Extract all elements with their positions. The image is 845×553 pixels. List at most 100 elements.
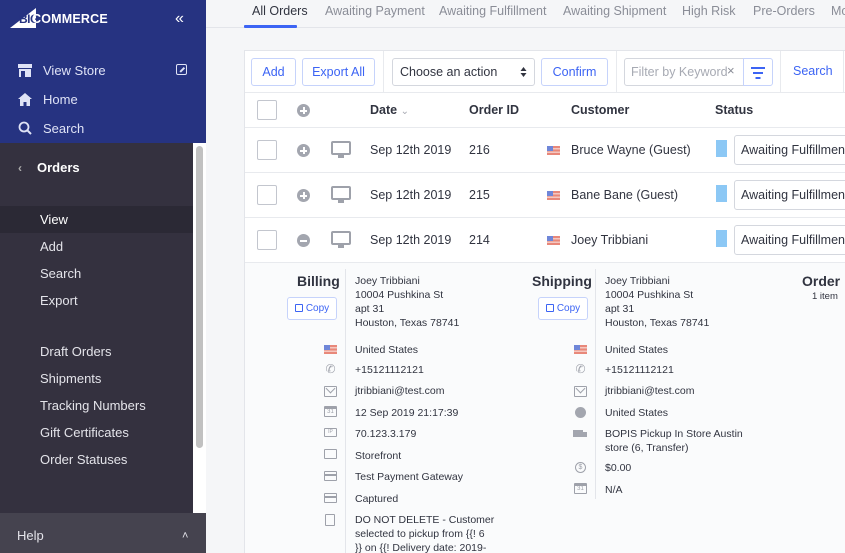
table-header: Date ⌄ Order ID Customer Status [245, 93, 845, 128]
row-checkbox[interactable] [257, 140, 277, 160]
sidebar-scrollbar-thumb[interactable] [196, 146, 203, 448]
email-icon [574, 386, 587, 397]
sidebar-link-home[interactable]: Home [17, 91, 78, 107]
order-id-column-header: Order ID [469, 103, 520, 117]
status-color-swatch [716, 140, 727, 157]
payment-status: Captured [355, 493, 399, 505]
billing-name: Joey Tribbiani [355, 275, 420, 287]
export-all-button[interactable]: Export All [302, 58, 375, 86]
sidebar-item-gift-certificates[interactable]: Gift Certificates [0, 419, 194, 446]
orders-section-header[interactable]: ‹ Orders [18, 160, 80, 175]
shipping-country-link[interactable]: United States [605, 406, 668, 420]
add-order-button[interactable]: Add [251, 58, 296, 86]
ip-address-link[interactable]: 70.123.3.179 [355, 427, 416, 441]
shipping-divider [595, 269, 596, 499]
sidebar-item-search[interactable]: Search [0, 260, 194, 287]
shipping-phone: +15121112121 [605, 364, 674, 376]
filter-options-button[interactable] [743, 58, 773, 86]
billing-apt: apt 31 [355, 303, 385, 315]
copy-billing-button[interactable]: Copy [287, 297, 337, 320]
help-menu[interactable]: Help ˄ [0, 513, 206, 553]
customer-name: Bruce Wayne (Guest) [571, 143, 691, 157]
order-detail-panel: Billing Copy Joey Tribbiani 10004 Pushki… [245, 263, 845, 553]
sidebar-item-add[interactable]: Add [0, 233, 194, 260]
select-arrows-icon [520, 59, 527, 95]
date-column-header[interactable]: Date ⌄ [370, 103, 409, 117]
sidebar-scrollbar[interactable] [193, 143, 206, 513]
order-id[interactable]: 214 [469, 233, 490, 247]
ip-address-icon: IP [324, 428, 337, 437]
sort-chevron-icon[interactable]: ⌄ [401, 106, 409, 117]
truck-icon [573, 430, 587, 437]
us-flag-icon [547, 191, 560, 200]
filter-keyword-input[interactable] [625, 59, 730, 85]
order-item-count: 1 item [812, 291, 838, 302]
order-date: Sep 12th 2019 [370, 143, 452, 157]
us-flag-icon [574, 345, 587, 354]
tab-high-risk[interactable]: High Risk [682, 4, 736, 18]
credit-card-icon [324, 471, 337, 481]
order-status-select[interactable]: Awaiting Fulfillment [734, 135, 845, 165]
back-chevron-icon[interactable]: ‹ [18, 161, 22, 175]
expand-row-icon[interactable] [297, 144, 310, 157]
tab-awaiting-shipment[interactable]: Awaiting Shipment [563, 4, 666, 18]
order-id[interactable]: 216 [469, 143, 490, 157]
sidebar-item-view[interactable]: View [0, 206, 194, 233]
shipping-cost: $0.00 [605, 462, 632, 474]
orders-panel: Add Export All Choose an action Confirm … [244, 50, 845, 553]
sidebar-item-tracking-numbers[interactable]: Tracking Numbers [0, 392, 194, 419]
search-label: Search [43, 120, 85, 136]
sidebar-link-view-store[interactable]: View Store [17, 62, 106, 78]
collapse-sidebar-icon[interactable]: « [175, 10, 184, 28]
toolbar-divider [383, 51, 384, 93]
sidebar-item-export[interactable]: Export [0, 287, 194, 314]
order-channel: Storefront [355, 450, 402, 462]
shipping-email-link[interactable]: jtribbiani@test.com [605, 384, 694, 398]
calendar-icon: 31 [324, 406, 337, 417]
billing-divider [345, 269, 346, 553]
tab-awaiting-fulfillment[interactable]: Awaiting Fulfillment [439, 4, 546, 18]
expand-row-icon[interactable] [297, 189, 310, 202]
sidebar-item-draft-orders[interactable]: Draft Orders [0, 338, 194, 365]
clear-filter-icon[interactable]: × [727, 63, 735, 78]
order-id[interactable]: 215 [469, 188, 490, 202]
customer-name-link[interactable]: Joey Tribbiani [571, 233, 648, 247]
order-date: Sep 12th 2019 [370, 188, 452, 202]
tab-more[interactable]: Mo [831, 4, 845, 18]
order-notes-line: }} on {{! Delivery date: 2019- [355, 542, 487, 553]
payment-gateway: Test Payment Gateway [355, 471, 463, 483]
tab-all-orders[interactable]: All Orders [252, 4, 308, 18]
table-row[interactable]: Sep 12th 2019 215 Bane Bane (Guest) Awai… [245, 173, 845, 218]
search-button[interactable]: Search [793, 64, 833, 78]
order-status-select[interactable]: Awaiting Fulfillment [734, 180, 845, 210]
clipboard-notes-icon [325, 514, 335, 526]
date-header-label: Date [370, 103, 398, 117]
table-row[interactable]: Sep 12th 2019 216 Bruce Wayne (Guest) Aw… [245, 128, 845, 173]
expand-all-icon[interactable] [297, 104, 310, 117]
order-status-select[interactable]: Awaiting Fulfillment [734, 225, 845, 255]
order-date-time: 12 Sep 2019 21:17:39 [355, 407, 459, 419]
bulk-action-select[interactable]: Choose an action [392, 58, 535, 86]
billing-phone: +15121112121 [355, 364, 424, 376]
row-checkbox[interactable] [257, 185, 277, 205]
billing-email-link[interactable]: jtribbiani@test.com [355, 384, 444, 398]
external-link-icon[interactable] [176, 64, 187, 75]
shipping-method-line: BOPIS Pickup In Store Austin [605, 428, 743, 440]
help-label: Help [17, 528, 44, 543]
confirm-button[interactable]: Confirm [541, 58, 608, 86]
tab-pre-orders[interactable]: Pre-Orders [753, 4, 815, 18]
tab-awaiting-payment[interactable]: Awaiting Payment [325, 4, 425, 18]
copy-shipping-button[interactable]: Copy [538, 297, 588, 320]
table-row[interactable]: Sep 12th 2019 214 Joey Tribbiani Awaitin… [245, 218, 845, 263]
sidebar-item-order-statuses[interactable]: Order Statuses [0, 446, 194, 473]
sidebar-item-shipments[interactable]: Shipments [0, 365, 194, 392]
sidebar-link-search[interactable]: Search [17, 120, 84, 136]
collapse-row-icon[interactable] [297, 234, 310, 247]
select-all-checkbox[interactable] [257, 100, 277, 120]
row-checkbox[interactable] [257, 230, 277, 250]
order-tabs: All Orders Awaiting Payment Awaiting Ful… [206, 0, 845, 28]
bulk-action-value: Choose an action [400, 65, 498, 79]
dollar-icon: $ [575, 462, 586, 473]
filter-icon [751, 67, 765, 69]
storefront-channel-icon [331, 141, 351, 158]
